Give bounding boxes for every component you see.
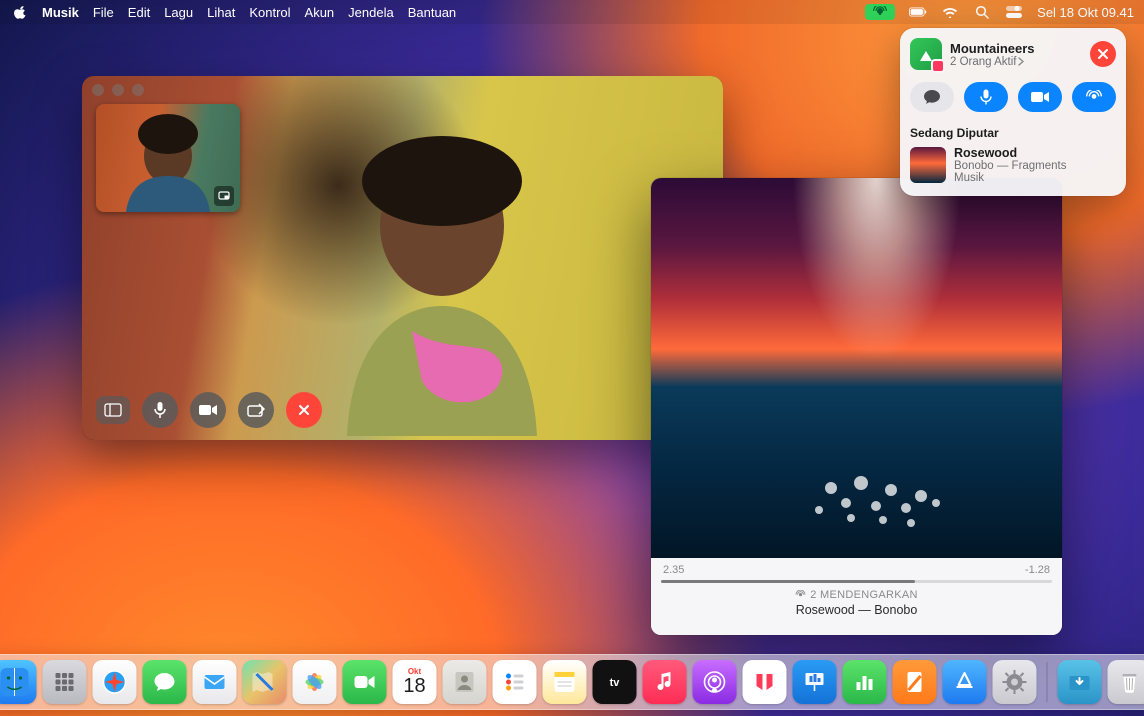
dock-app-mail[interactable] bbox=[193, 660, 237, 704]
mini-player-info: 2.35 -1.28 2 MENDENGARKAN Rosewood — Bon… bbox=[651, 558, 1062, 635]
dock-app-music[interactable] bbox=[643, 660, 687, 704]
facetime-toolbar bbox=[96, 392, 322, 428]
dock-app-pages[interactable] bbox=[893, 660, 937, 704]
spotlight-icon[interactable] bbox=[973, 5, 991, 19]
traffic-zoom[interactable] bbox=[132, 84, 144, 96]
menubar-item-bantuan[interactable]: Bantuan bbox=[408, 5, 456, 20]
dock-app-keynote[interactable] bbox=[793, 660, 837, 704]
playback-progress[interactable] bbox=[661, 580, 1052, 583]
dock-trash[interactable] bbox=[1108, 660, 1144, 704]
leave-shareplay-button[interactable] bbox=[1090, 41, 1116, 67]
dock-app-numbers[interactable] bbox=[843, 660, 887, 704]
menubar-item-akun[interactable]: Akun bbox=[305, 5, 335, 20]
facetime-window[interactable] bbox=[82, 76, 723, 440]
dock-app-podcasts[interactable] bbox=[693, 660, 737, 704]
menubar-item-jendela[interactable]: Jendela bbox=[348, 5, 394, 20]
progress-fill bbox=[661, 580, 915, 583]
dock-app-launchpad[interactable] bbox=[43, 660, 87, 704]
facetime-end-call-button[interactable] bbox=[286, 392, 322, 428]
shareplay-button[interactable] bbox=[1072, 82, 1116, 112]
menubar-app-name[interactable]: Musik bbox=[42, 5, 79, 20]
remaining-time: -1.28 bbox=[1025, 564, 1050, 576]
elapsed-time: 2.35 bbox=[663, 564, 684, 576]
now-playing-artwork bbox=[910, 147, 946, 183]
shareplay-popover: Mountaineers 2 Orang Aktif bbox=[900, 28, 1126, 196]
listeners-label: 2 MENDENGARKAN bbox=[661, 589, 1052, 601]
now-playing-section-label: Sedang Diputar bbox=[910, 126, 1116, 140]
group-subtitle[interactable]: 2 Orang Aktif bbox=[950, 56, 1035, 68]
music-mini-player[interactable]: 2.35 -1.28 2 MENDENGARKAN Rosewood — Bon… bbox=[651, 178, 1062, 635]
dock-app-settings[interactable] bbox=[993, 660, 1037, 704]
menubar-item-file[interactable]: File bbox=[93, 5, 114, 20]
dock-app-messages[interactable] bbox=[143, 660, 187, 704]
dock-app-safari[interactable] bbox=[93, 660, 137, 704]
dock-separator bbox=[1047, 662, 1048, 702]
dock: Okt18 tv bbox=[0, 654, 1144, 710]
menubar-item-edit[interactable]: Edit bbox=[128, 5, 150, 20]
calendar-day: 18 bbox=[393, 676, 437, 696]
battery-icon[interactable] bbox=[909, 5, 927, 19]
window-traffic-lights[interactable] bbox=[92, 84, 144, 96]
menubar-clock[interactable]: Sel 18 Okt 09.41 bbox=[1037, 5, 1134, 20]
mic-button[interactable] bbox=[964, 82, 1008, 112]
pip-swap-button[interactable] bbox=[214, 186, 234, 206]
group-avatar bbox=[910, 38, 942, 70]
now-playing-title: Rosewood bbox=[954, 146, 1067, 160]
control-center-icon[interactable] bbox=[1005, 5, 1023, 19]
wifi-icon[interactable] bbox=[941, 5, 959, 19]
facetime-share-button[interactable] bbox=[238, 392, 274, 428]
menubar-item-lihat[interactable]: Lihat bbox=[207, 5, 235, 20]
chevron-right-icon bbox=[1018, 57, 1024, 66]
traffic-close[interactable] bbox=[92, 84, 104, 96]
dock-app-contacts[interactable] bbox=[443, 660, 487, 704]
menubar-item-kontrol[interactable]: Kontrol bbox=[249, 5, 290, 20]
dock-app-facetime[interactable] bbox=[343, 660, 387, 704]
apple-menu-icon[interactable] bbox=[14, 5, 28, 19]
facetime-mute-button[interactable] bbox=[142, 392, 178, 428]
dock-app-notes[interactable] bbox=[543, 660, 587, 704]
album-art bbox=[651, 178, 1062, 558]
dock-app-reminders[interactable] bbox=[493, 660, 537, 704]
dock-app-tv[interactable]: tv bbox=[593, 660, 637, 704]
music-badge-icon bbox=[931, 59, 945, 73]
traffic-minimize[interactable] bbox=[112, 84, 124, 96]
menu-bar: Musik File Edit Lagu Lihat Kontrol Akun … bbox=[0, 0, 1144, 24]
svg-text:tv: tv bbox=[610, 677, 621, 689]
group-name: Mountaineers bbox=[950, 41, 1035, 56]
facetime-self-view[interactable] bbox=[96, 104, 240, 212]
now-playing-row[interactable]: Rosewood Bonobo — Fragments Musik bbox=[910, 146, 1116, 184]
dock-app-photos[interactable] bbox=[293, 660, 337, 704]
video-button[interactable] bbox=[1018, 82, 1062, 112]
track-title-line: Rosewood — Bonobo bbox=[661, 603, 1052, 617]
dock-app-maps[interactable] bbox=[243, 660, 287, 704]
messages-button[interactable] bbox=[910, 82, 954, 112]
menubar-item-lagu[interactable]: Lagu bbox=[164, 5, 193, 20]
dock-app-news[interactable] bbox=[743, 660, 787, 704]
facetime-camera-button[interactable] bbox=[190, 392, 226, 428]
dock-downloads[interactable] bbox=[1058, 660, 1102, 704]
remote-participant bbox=[292, 106, 592, 436]
desktop: Musik File Edit Lagu Lihat Kontrol Akun … bbox=[0, 0, 1144, 716]
facetime-sidebar-button[interactable] bbox=[96, 396, 130, 424]
dock-app-calendar[interactable]: Okt18 bbox=[393, 660, 437, 704]
now-playing-source: Musik bbox=[954, 172, 1067, 184]
dock-app-appstore[interactable] bbox=[943, 660, 987, 704]
dock-app-finder[interactable] bbox=[0, 660, 37, 704]
shareplay-status-icon[interactable] bbox=[865, 4, 895, 20]
art-detail bbox=[651, 448, 1062, 538]
now-playing-subtitle: Bonobo — Fragments bbox=[954, 160, 1067, 172]
